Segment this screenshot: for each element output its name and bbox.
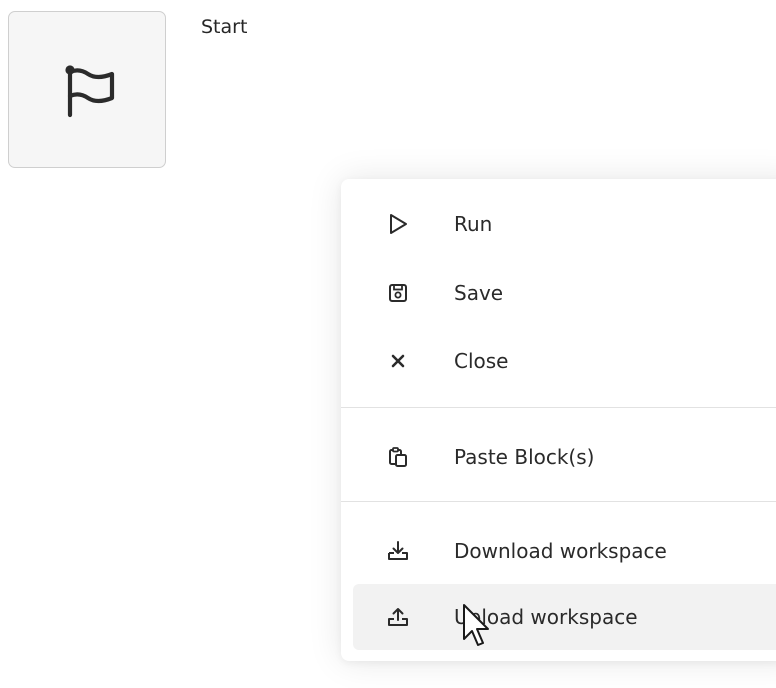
- start-block[interactable]: [8, 11, 166, 168]
- menu-item-label: Save: [454, 281, 504, 305]
- menu-item-upload-workspace[interactable]: Upload workspace: [353, 584, 776, 650]
- workspace-canvas[interactable]: Start Run Save Close Paste Block(s) Down…: [0, 0, 776, 688]
- menu-item-paste-blocks[interactable]: Paste Block(s): [353, 424, 776, 490]
- context-menu: Run Save Close Paste Block(s) Download w…: [341, 179, 776, 661]
- menu-item-close[interactable]: Close: [353, 328, 776, 394]
- menu-item-label: Close: [454, 349, 509, 373]
- menu-item-label: Paste Block(s): [454, 445, 595, 469]
- close-icon: [383, 346, 413, 376]
- upload-icon: [383, 602, 413, 632]
- paste-icon: [383, 442, 413, 472]
- menu-divider: [341, 501, 776, 502]
- flag-icon: [52, 55, 122, 125]
- play-icon: [383, 209, 413, 239]
- menu-item-label: Download workspace: [454, 539, 667, 563]
- start-block-label: Start: [201, 16, 248, 38]
- menu-item-download-workspace[interactable]: Download workspace: [353, 518, 776, 584]
- menu-item-label: Run: [454, 212, 493, 236]
- menu-item-label: Upload workspace: [454, 605, 638, 629]
- download-icon: [383, 536, 413, 566]
- menu-item-run[interactable]: Run: [353, 191, 776, 257]
- menu-item-save[interactable]: Save: [353, 260, 776, 326]
- menu-divider: [341, 407, 776, 408]
- save-icon: [383, 278, 413, 308]
